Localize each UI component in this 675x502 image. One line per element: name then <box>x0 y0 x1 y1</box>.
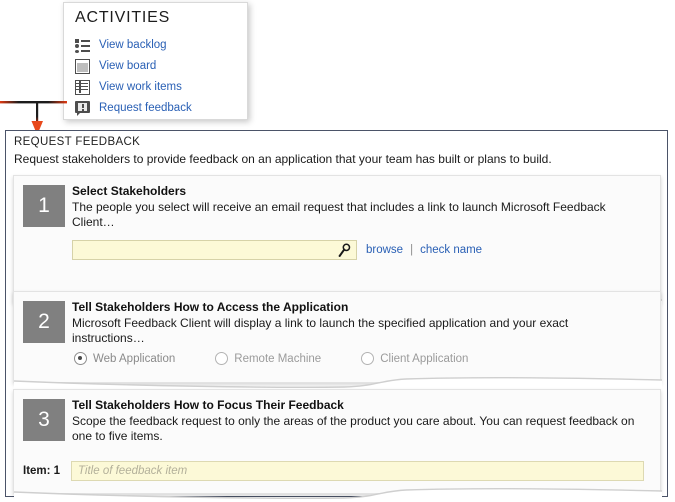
step-card-focus-feedback: 3 Tell Stakeholders How to Focus Their F… <box>13 389 662 502</box>
radio-mark-icon[interactable] <box>215 352 229 365</box>
stakeholder-search-row: browse | check name <box>72 240 482 261</box>
step-number-badge: 2 <box>23 301 65 343</box>
board-icon <box>75 58 90 74</box>
step-title: Tell Stakeholders How to Access the Appl… <box>72 300 349 314</box>
browse-link[interactable]: browse <box>366 244 403 256</box>
step-number-badge: 1 <box>23 185 65 227</box>
work-items-grid-icon <box>75 79 90 95</box>
feedback-item-row: Item: 1 <box>23 461 644 481</box>
step-title: Select Stakeholders <box>72 184 187 198</box>
step-title: Tell Stakeholders How to Focus Their Fee… <box>72 398 344 412</box>
panel-header: REQUEST FEEDBACK Request stakeholders to… <box>6 131 667 173</box>
menu-item-label: Request feedback <box>99 102 192 114</box>
menu-item-view-work-items[interactable]: View work items <box>75 77 182 97</box>
check-name-link[interactable]: check name <box>420 244 482 256</box>
menu-item-request-feedback[interactable]: Request feedback <box>75 98 192 118</box>
radio-mark-icon[interactable] <box>361 352 375 365</box>
activities-menu-title: ACTIVITIES <box>75 9 171 26</box>
stakeholder-search-field[interactable] <box>72 240 357 261</box>
menu-item-view-backlog[interactable]: View backlog <box>75 35 167 55</box>
backlog-list-icon <box>75 38 90 53</box>
step-number-badge: 3 <box>23 399 65 441</box>
step-description: The people you select will receive an em… <box>72 200 606 229</box>
menu-item-label: View work items <box>99 81 182 93</box>
panel-subtitle: Request stakeholders to provide feedback… <box>14 152 552 166</box>
torn-edge-divider <box>14 487 662 502</box>
page-title: REQUEST FEEDBACK <box>14 136 141 148</box>
radio-mark-icon[interactable] <box>74 352 87 365</box>
activities-menu-panel: ACTIVITIES View backlog View board View … <box>63 2 248 120</box>
radio-remote-machine[interactable]: Remote Machine <box>215 352 321 365</box>
stakeholder-search-input[interactable] <box>77 241 334 261</box>
menu-item-label: View backlog <box>99 39 167 51</box>
feedback-item-title-input[interactable] <box>71 461 644 481</box>
link-separator: | <box>410 244 414 256</box>
request-feedback-panel: REQUEST FEEDBACK Request stakeholders to… <box>5 130 668 502</box>
radio-web-application[interactable]: Web Application <box>74 352 175 365</box>
menu-item-label: View board <box>99 60 157 72</box>
feedback-callout-icon <box>75 100 90 116</box>
radio-label: Remote Machine <box>234 352 322 365</box>
radio-label: Client Application <box>380 352 469 365</box>
step-description: Scope the feedback request to only the a… <box>72 414 635 443</box>
menu-item-view-board[interactable]: View board <box>75 56 156 76</box>
feedback-item-label: Item: 1 <box>23 465 61 477</box>
step-card-select-stakeholders: 1 Select Stakeholders The people you sel… <box>13 175 662 311</box>
step-description: Microsoft Feedback Client will display a… <box>72 316 569 345</box>
radio-client-application[interactable]: Client Application <box>361 352 468 365</box>
radio-label: Web Application <box>93 352 176 365</box>
access-method-radio-group: Web Application Remote Machine Client Ap… <box>74 352 508 365</box>
step-card-access-application: 2 Tell Stakeholders How to Access the Ap… <box>13 291 662 391</box>
search-magnifier-icon[interactable] <box>338 243 352 258</box>
